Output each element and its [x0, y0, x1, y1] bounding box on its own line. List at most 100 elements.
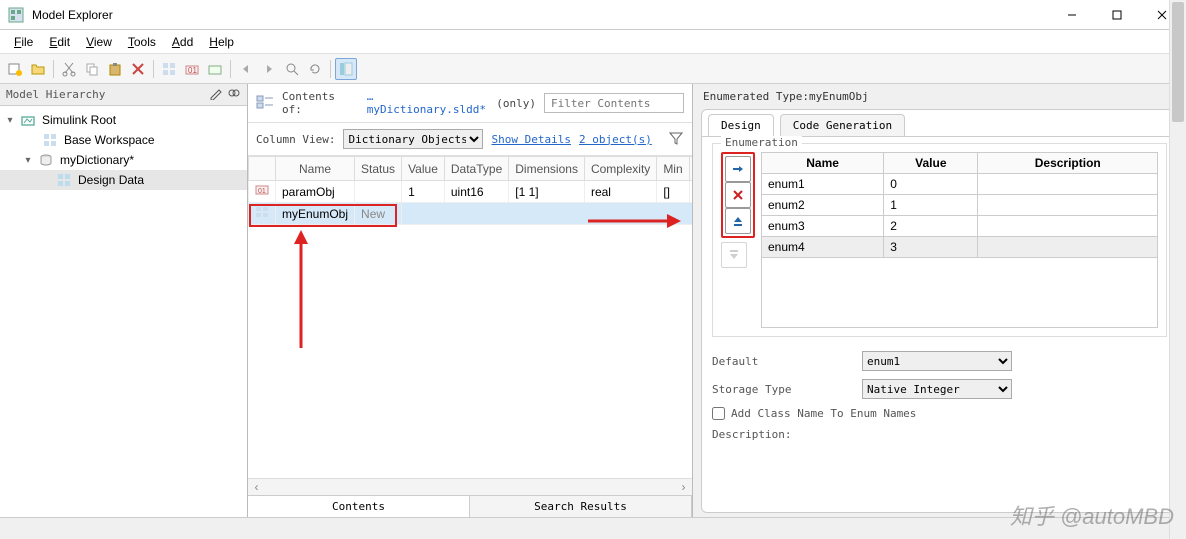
- dictionary-icon: [38, 152, 54, 168]
- open-folder-icon[interactable]: [27, 58, 49, 80]
- status-bar: [0, 517, 1186, 539]
- paste-icon[interactable]: [104, 58, 126, 80]
- col-name[interactable]: Name: [276, 157, 355, 181]
- tab-search-results[interactable]: Search Results: [470, 496, 692, 517]
- copy-icon[interactable]: [81, 58, 103, 80]
- forward-icon[interactable]: [258, 58, 280, 80]
- enum-button-column: [721, 152, 755, 328]
- workspace-icon: [42, 132, 58, 148]
- hierarchy-tree[interactable]: ▾ Simulink Root Base Workspace ▾ myDicti…: [0, 106, 247, 517]
- description-label: Description:: [712, 428, 862, 441]
- tab-design[interactable]: Design: [708, 114, 774, 136]
- table-row[interactable]: 01 paramObj 1 uint16 [1 1] real [] 10000: [249, 181, 693, 203]
- cut-icon[interactable]: [58, 58, 80, 80]
- cell-name: paramObj: [276, 181, 355, 203]
- svg-text:01: 01: [258, 188, 266, 195]
- col-dimensions[interactable]: Dimensions: [509, 157, 585, 181]
- show-details-link[interactable]: Show Details: [491, 133, 570, 146]
- tree-label-base: Base Workspace: [62, 133, 155, 147]
- enum-row[interactable]: enum21: [762, 195, 1158, 216]
- object-count-link[interactable]: 2 object(s): [579, 133, 652, 146]
- property-body: Design Code Generation Enumeration: [701, 109, 1178, 513]
- contents-grid[interactable]: Name Status Value DataType Dimensions Co…: [248, 156, 692, 478]
- tab-code-generation[interactable]: Code Generation: [780, 114, 905, 136]
- default-select[interactable]: enum1: [862, 351, 1012, 371]
- storage-type-select[interactable]: Native Integer: [862, 379, 1012, 399]
- tree-pane-toggle-icon[interactable]: [335, 58, 357, 80]
- h-scrollbar[interactable]: ‹ ›: [248, 478, 692, 495]
- cell-status: New: [355, 203, 402, 225]
- remove-enum-button[interactable]: [725, 182, 751, 208]
- cell-datatype: uint16: [444, 181, 508, 203]
- col-status[interactable]: Status: [355, 157, 402, 181]
- table-row[interactable]: myEnumObj New: [249, 203, 693, 225]
- enum-row[interactable]: enum32: [762, 216, 1158, 237]
- delete-icon[interactable]: [127, 58, 149, 80]
- add-enum-button[interactable]: [725, 156, 751, 182]
- filter-contents-input[interactable]: [544, 93, 684, 113]
- col-complexity[interactable]: Complexity: [584, 157, 656, 181]
- tree-node-root[interactable]: ▾ Simulink Root: [0, 110, 247, 130]
- enum-table[interactable]: Name Value Description enum10 enum21 enu…: [761, 152, 1158, 328]
- maximize-button[interactable]: [1094, 0, 1139, 29]
- expand-icon[interactable]: ▾: [22, 155, 34, 166]
- enum-row[interactable]: enum43: [762, 237, 1158, 258]
- contents-header: Contents of: …myDictionary.sldd* (only): [248, 84, 692, 123]
- storage-type-row: Storage Type Native Integer: [702, 375, 1177, 403]
- enum-col-desc[interactable]: Description: [978, 153, 1158, 174]
- annotation-arrow-up: [286, 228, 316, 348]
- param-icon[interactable]: 01: [181, 58, 203, 80]
- menu-file[interactable]: File: [6, 33, 41, 51]
- enum-row[interactable]: enum10: [762, 174, 1158, 195]
- cell-complexity: real: [584, 181, 656, 203]
- default-label: Default: [712, 355, 862, 368]
- col-max[interactable]: Max: [689, 157, 692, 181]
- property-panel: Enumerated Type:myEnumObj Design Code Ge…: [693, 84, 1186, 517]
- menu-view[interactable]: View: [78, 33, 120, 51]
- menu-help[interactable]: Help: [201, 33, 242, 51]
- left-panel-header: Model Hierarchy: [0, 84, 247, 106]
- search-icon[interactable]: [281, 58, 303, 80]
- menu-edit[interactable]: Edit: [41, 33, 78, 51]
- enum-col-name[interactable]: Name: [762, 153, 884, 174]
- move-up-button[interactable]: [725, 208, 751, 234]
- cell-min: []: [657, 181, 689, 203]
- col-min[interactable]: Min: [657, 157, 689, 181]
- title-bar: Model Explorer: [0, 0, 1186, 30]
- tree-node-dictionary[interactable]: ▾ myDictionary*: [0, 150, 247, 170]
- tree-node-base-workspace[interactable]: Base Workspace: [0, 130, 247, 150]
- col-icon[interactable]: [249, 157, 276, 181]
- contents-of-label: Contents of:: [282, 90, 359, 116]
- move-down-button[interactable]: [721, 242, 747, 268]
- description-row: Description:: [702, 424, 1177, 445]
- tree-node-design-data[interactable]: Design Data: [0, 170, 247, 190]
- edit-hierarchy-icon[interactable]: [209, 86, 223, 103]
- contents-panel: Contents of: …myDictionary.sldd* (only) …: [248, 84, 693, 517]
- bus-icon[interactable]: [204, 58, 226, 80]
- enum-col-value[interactable]: Value: [884, 153, 978, 174]
- refresh-icon[interactable]: [304, 58, 326, 80]
- new-model-icon[interactable]: [4, 58, 26, 80]
- link-icon[interactable]: [227, 86, 241, 103]
- svg-text:01: 01: [188, 66, 197, 75]
- menu-add[interactable]: Add: [164, 33, 201, 51]
- expand-icon[interactable]: ▾: [4, 115, 16, 126]
- tree-label-root: Simulink Root: [40, 113, 116, 127]
- add-class-name-checkbox[interactable]: [712, 407, 725, 420]
- col-datatype[interactable]: DataType: [444, 157, 508, 181]
- filter-icon[interactable]: [668, 130, 684, 149]
- back-icon[interactable]: [235, 58, 257, 80]
- column-view-select[interactable]: Dictionary Objects: [343, 129, 483, 149]
- menu-tools[interactable]: Tools: [120, 33, 164, 51]
- minimize-button[interactable]: [1049, 0, 1094, 29]
- right-scrollbar[interactable]: [1169, 0, 1186, 539]
- col-value[interactable]: Value: [402, 157, 445, 181]
- enumeration-fieldset: Enumeration Name: [712, 143, 1167, 337]
- tree-label-dict: myDictionary*: [58, 153, 134, 167]
- tab-contents[interactable]: Contents: [248, 496, 470, 517]
- cell-value: 1: [402, 181, 445, 203]
- row-type-icon: [249, 203, 276, 225]
- grid-layout-icon[interactable]: [158, 58, 180, 80]
- addclass-row: Add Class Name To Enum Names: [702, 403, 1177, 424]
- contents-path[interactable]: …myDictionary.sldd*: [367, 90, 489, 116]
